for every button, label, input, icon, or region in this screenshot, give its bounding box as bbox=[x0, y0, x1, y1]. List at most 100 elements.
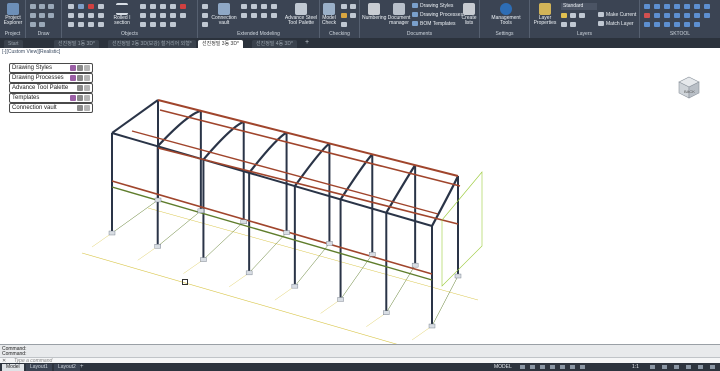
highlight-icon[interactable] bbox=[341, 13, 347, 18]
pin-icon[interactable] bbox=[70, 95, 76, 101]
sktool-6-icon[interactable] bbox=[694, 4, 700, 9]
close-icon[interactable] bbox=[84, 65, 90, 71]
folded-plate-icon[interactable] bbox=[98, 22, 104, 27]
joint-copy-icon[interactable] bbox=[202, 13, 208, 18]
sktool-4-icon[interactable] bbox=[674, 4, 680, 9]
circle-icon[interactable] bbox=[48, 4, 54, 9]
rolled-section-button[interactable]: Rolled I section bbox=[110, 3, 134, 26]
bracing-icon[interactable] bbox=[261, 4, 267, 9]
layer-on-icon[interactable] bbox=[561, 13, 567, 18]
fillet-icon[interactable] bbox=[170, 22, 176, 27]
notch-icon[interactable] bbox=[180, 13, 186, 18]
add-icon[interactable] bbox=[77, 65, 83, 71]
sktool-14-icon[interactable] bbox=[704, 13, 710, 18]
add-icon[interactable] bbox=[77, 85, 83, 91]
bolt-icon[interactable] bbox=[68, 13, 74, 18]
ortho-toggle-icon[interactable] bbox=[540, 365, 545, 369]
connection-vault-button[interactable]: Connection vault bbox=[211, 3, 237, 26]
sktool-19-icon[interactable] bbox=[684, 22, 690, 27]
rectangle-icon[interactable] bbox=[39, 13, 45, 18]
close-icon[interactable] bbox=[84, 105, 90, 111]
line-icon[interactable] bbox=[30, 4, 36, 9]
bom-templates-button[interactable]: BOM Templates bbox=[412, 21, 455, 27]
palette-connection-vault[interactable]: Connection vault bbox=[9, 103, 93, 113]
document-manager-button[interactable]: Document manager bbox=[387, 3, 411, 26]
beam-icon[interactable] bbox=[78, 4, 84, 9]
joint-update-icon[interactable] bbox=[202, 22, 208, 27]
sktool-16-icon[interactable] bbox=[654, 22, 660, 27]
layer-lock-icon[interactable] bbox=[579, 13, 585, 18]
create-lists-button[interactable]: Create lists bbox=[460, 3, 478, 26]
shorten-icon[interactable] bbox=[150, 13, 156, 18]
close-icon[interactable] bbox=[84, 75, 90, 81]
sktool-9-icon[interactable] bbox=[654, 13, 660, 18]
osnap-toggle-icon[interactable] bbox=[560, 365, 565, 369]
miter-icon[interactable] bbox=[170, 13, 176, 18]
sktool-3-icon[interactable] bbox=[664, 4, 670, 9]
make-current-button[interactable]: Make Current bbox=[598, 12, 636, 18]
annotation-monitor-icon[interactable] bbox=[662, 365, 667, 369]
sktool-13-icon[interactable] bbox=[694, 13, 700, 18]
shear-stud-icon[interactable] bbox=[68, 22, 74, 27]
match-layer-button[interactable]: Match Layer bbox=[598, 21, 634, 27]
layer-off-icon[interactable] bbox=[570, 22, 576, 27]
add-layout-button[interactable]: + bbox=[80, 363, 84, 371]
grid-toggle-icon[interactable] bbox=[520, 365, 525, 369]
model-space-toggle[interactable]: MODEL bbox=[494, 363, 512, 371]
pin-icon[interactable] bbox=[70, 75, 76, 81]
palette-drawing-styles[interactable]: Drawing Styles bbox=[9, 63, 93, 73]
search-objects-icon[interactable] bbox=[350, 13, 356, 18]
layer-freeze-icon[interactable] bbox=[570, 13, 576, 18]
hole-icon[interactable] bbox=[98, 13, 104, 18]
sktool-15-icon[interactable] bbox=[644, 22, 650, 27]
model-viewport[interactable]: [-][Custom View][Realistic] Drawing Styl… bbox=[0, 48, 720, 344]
sktool-12-icon[interactable] bbox=[684, 13, 690, 18]
hardware-acceleration-icon[interactable] bbox=[686, 365, 691, 369]
tab-document-1[interactable]: 선진정밀 1동 3D* bbox=[54, 40, 99, 48]
special-part-icon[interactable] bbox=[88, 22, 94, 27]
layer-isolate-icon[interactable] bbox=[561, 22, 567, 27]
customization-menu-icon[interactable] bbox=[710, 365, 715, 369]
joint-icon[interactable] bbox=[202, 4, 208, 9]
curved-beam-icon[interactable] bbox=[140, 4, 146, 9]
hatch-icon[interactable] bbox=[30, 22, 36, 27]
poly-beam-icon[interactable] bbox=[150, 4, 156, 9]
close-icon[interactable] bbox=[84, 95, 90, 101]
split-icon[interactable] bbox=[140, 22, 146, 27]
sktool-7-icon[interactable] bbox=[704, 4, 710, 9]
sktool-5-icon[interactable] bbox=[684, 4, 690, 9]
model-check-button[interactable]: Model Check bbox=[321, 3, 337, 26]
polar-toggle-icon[interactable] bbox=[550, 365, 555, 369]
sktool-18-icon[interactable] bbox=[674, 22, 680, 27]
tab-document-4[interactable]: 선진정밀 4동 3D* bbox=[252, 40, 297, 48]
drawing-processes-button[interactable]: Drawing Processes bbox=[412, 12, 463, 18]
plate-icon[interactable] bbox=[68, 4, 74, 9]
layer-dropdown[interactable]: Standard bbox=[561, 3, 597, 10]
isolate-objects-icon[interactable] bbox=[674, 365, 679, 369]
portal-icon[interactable] bbox=[271, 13, 277, 18]
grid-icon[interactable] bbox=[98, 4, 104, 9]
purlin-icon[interactable] bbox=[251, 13, 257, 18]
annotation-scale[interactable]: 1:1 bbox=[632, 363, 639, 371]
tab-start[interactable]: Start bbox=[4, 40, 23, 48]
railing-icon[interactable] bbox=[251, 4, 257, 9]
new-tab-button[interactable]: + bbox=[305, 39, 309, 46]
sktool-8-icon[interactable] bbox=[644, 13, 650, 18]
chamfer-icon[interactable] bbox=[160, 22, 166, 27]
add-icon[interactable] bbox=[77, 105, 83, 111]
advance-steel-tool-palette-button[interactable]: Advance Steel Tool Palette bbox=[284, 3, 318, 26]
sktool-20-icon[interactable] bbox=[694, 22, 700, 27]
column-icon[interactable] bbox=[88, 4, 94, 9]
tab-document-2[interactable]: 선진정밀 2동 3D(보강) 철거리어 외형* bbox=[108, 40, 196, 48]
layout-tab-model[interactable]: Model bbox=[2, 364, 24, 371]
mark-objects-icon[interactable] bbox=[341, 22, 347, 27]
audit-icon[interactable] bbox=[350, 4, 356, 9]
numbering-button[interactable]: Numbering bbox=[362, 3, 386, 21]
snap-toggle-icon[interactable] bbox=[530, 365, 535, 369]
clean-screen-icon[interactable] bbox=[698, 365, 703, 369]
sktool-1-icon[interactable] bbox=[644, 4, 650, 9]
sktool-2-icon[interactable] bbox=[654, 4, 660, 9]
sktool-11-icon[interactable] bbox=[674, 13, 680, 18]
layout-tab-layout1[interactable]: Layout1 bbox=[26, 364, 52, 371]
palette-templates[interactable]: Templates bbox=[9, 93, 93, 103]
